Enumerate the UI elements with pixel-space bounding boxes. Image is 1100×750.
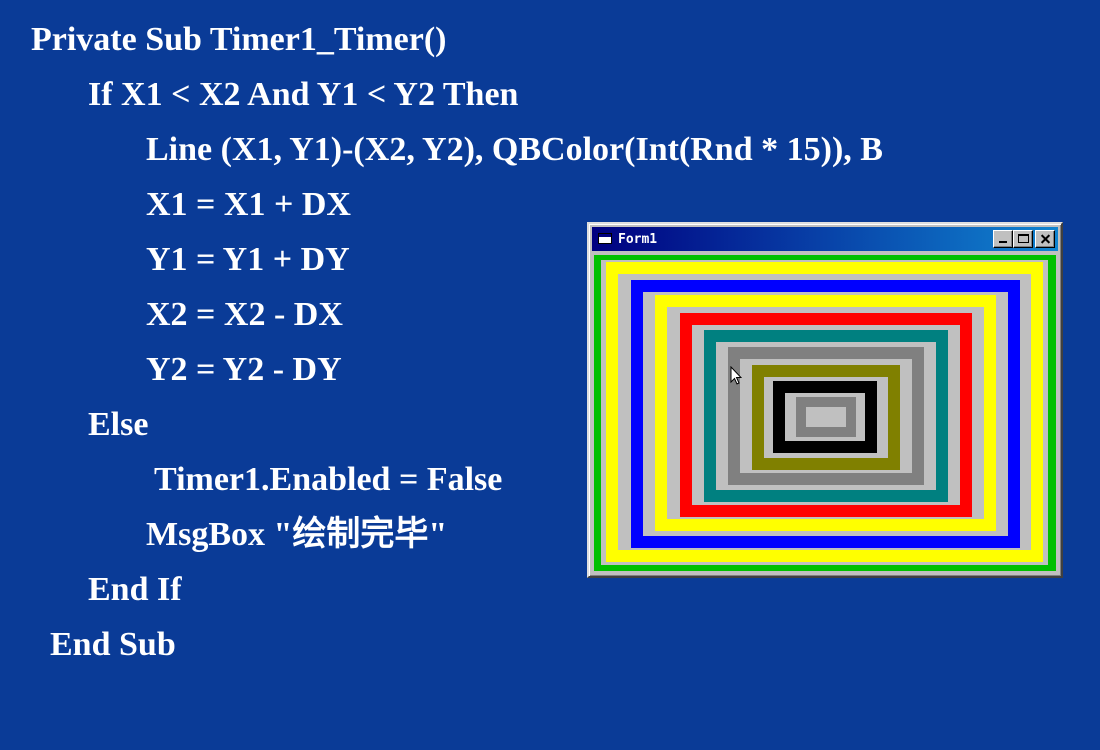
maximize-button[interactable] (1013, 230, 1033, 248)
form1-window[interactable]: Form1 (587, 222, 1063, 578)
minimize-icon (999, 241, 1007, 243)
nested-rectangles-drawing (594, 255, 1056, 571)
code-line-else: Else (88, 406, 149, 443)
code-line-y2: Y2 = Y2 - DY (146, 351, 342, 388)
code-line-y1: Y1 = Y1 + DY (146, 241, 350, 278)
minimize-button[interactable] (993, 230, 1013, 248)
form1-title: Form1 (618, 231, 658, 247)
code-line-line-statement: Line (X1, Y1)-(X2, Y2), QBColor(Int(Rnd … (146, 131, 883, 168)
form1-titlebar[interactable]: Form1 (592, 227, 1058, 251)
close-button[interactable] (1035, 230, 1055, 248)
code-line-x1: X1 = X1 + DX (146, 186, 351, 223)
mouse-cursor-icon (730, 366, 742, 385)
code-line-x2: X2 = X2 - DX (146, 296, 343, 333)
code-line-sub-declaration: Private Sub Timer1_Timer() (31, 21, 447, 58)
form-window-icon[interactable] (598, 232, 614, 246)
code-line-end-if: End If (88, 571, 182, 608)
code-line-end-sub: End Sub (50, 626, 176, 663)
window-controls (993, 230, 1055, 248)
rectangle-10 (796, 397, 856, 437)
close-icon (1036, 231, 1054, 247)
maximize-icon (1018, 234, 1029, 243)
code-line-timer-disable: Timer1.Enabled = False (154, 461, 503, 498)
rectangle-6 (704, 330, 948, 502)
slide-background: Private Sub Timer1_Timer() If X1 < X2 An… (0, 0, 1100, 750)
form1-client-area[interactable] (594, 255, 1056, 571)
code-line-msgbox: MsgBox "绘制完毕" (146, 516, 448, 553)
rectangle-9 (773, 381, 877, 453)
code-line-if: If X1 < X2 And Y1 < Y2 Then (88, 76, 519, 113)
